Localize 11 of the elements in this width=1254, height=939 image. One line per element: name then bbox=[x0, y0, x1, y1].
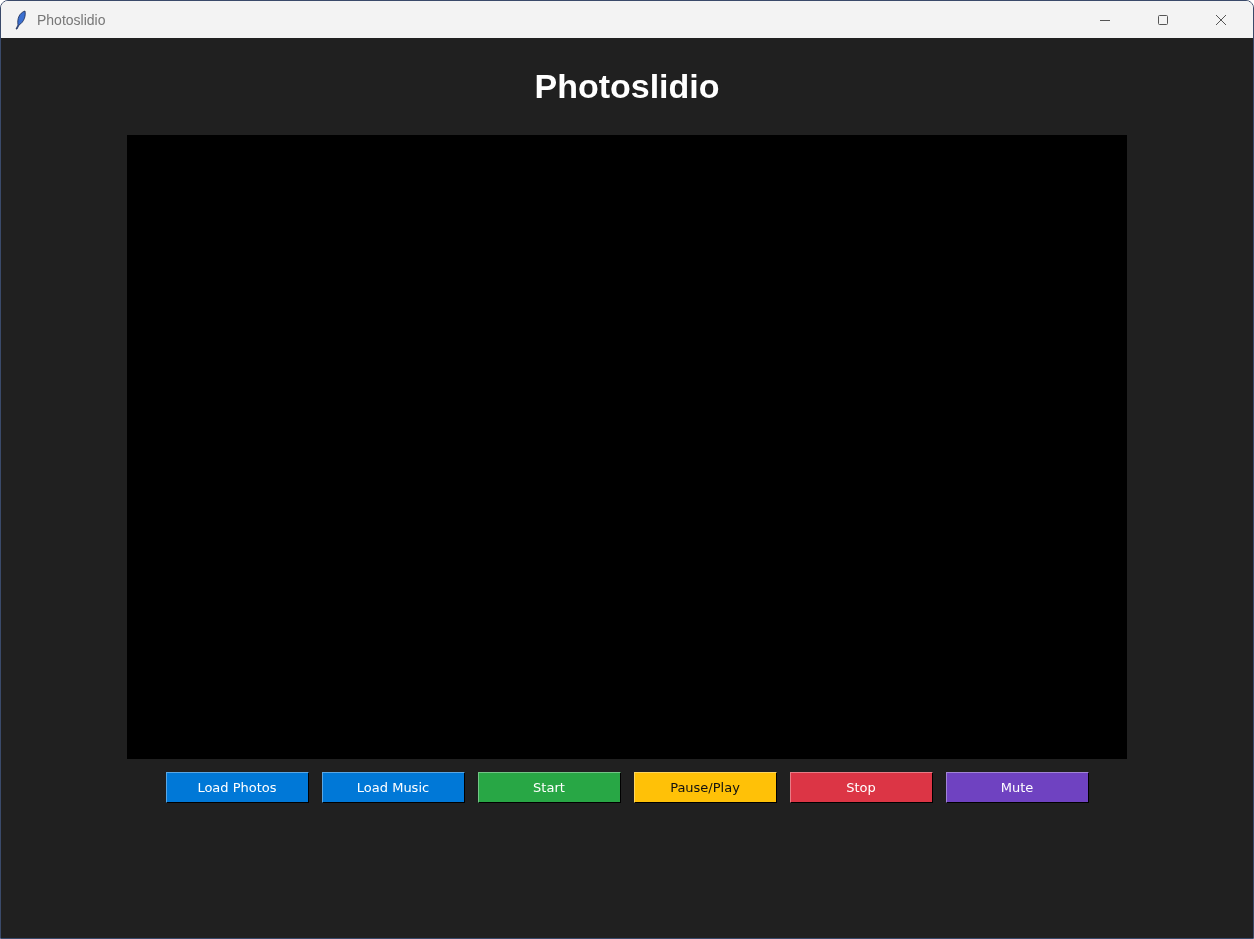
app-heading: Photoslidio bbox=[534, 68, 720, 104]
control-button[interactable]: Load Music bbox=[321, 772, 465, 803]
maximize-icon[interactable] bbox=[1157, 13, 1169, 26]
feather-icon bbox=[15, 9, 27, 30]
close-icon[interactable] bbox=[1215, 13, 1227, 26]
control-button[interactable]: Pause/Play bbox=[633, 772, 777, 803]
control-button[interactable]: Mute bbox=[945, 772, 1089, 803]
control-button[interactable]: Stop bbox=[789, 772, 933, 803]
window-title: Photoslidio bbox=[37, 11, 106, 28]
control-button[interactable]: Start bbox=[477, 772, 621, 803]
control-button[interactable]: Load Photos bbox=[165, 772, 309, 803]
